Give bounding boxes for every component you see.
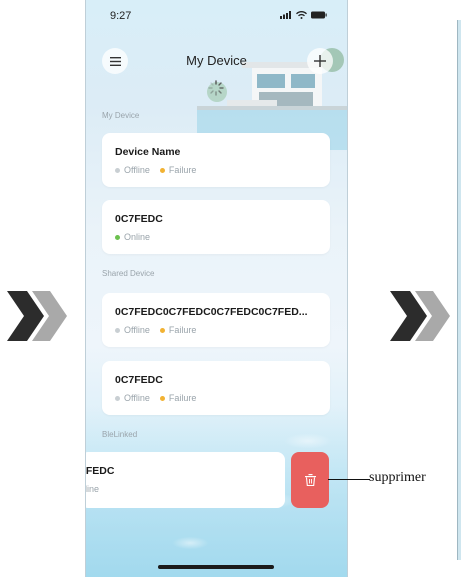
wifi-icon xyxy=(296,11,307,19)
delete-button[interactable] xyxy=(291,452,329,508)
offline-dot-icon xyxy=(115,167,120,173)
device-status: Offline Failure xyxy=(115,325,196,335)
loading-spinner-icon xyxy=(208,80,224,96)
device-status: Online xyxy=(115,232,150,242)
offline-dot-icon xyxy=(115,395,120,401)
status-offline: Offline xyxy=(124,165,150,175)
status-failure: Failure xyxy=(168,325,197,335)
failure-dot-icon xyxy=(159,327,165,333)
chevron-right-arrow-icon xyxy=(385,281,455,351)
home-indicator xyxy=(158,565,274,569)
status-icons xyxy=(280,11,327,19)
status-time: 9:27 xyxy=(110,10,132,22)
plus-icon xyxy=(314,55,326,67)
device-name: 7FEDC xyxy=(85,465,115,477)
status-offline: Offline xyxy=(124,393,150,403)
status-bar: 9:27 xyxy=(86,0,347,34)
signal-icon xyxy=(280,11,291,19)
phone-screen: 9:27 My Device My Device Device Name Off… xyxy=(85,0,348,577)
online-dot-icon xyxy=(115,234,120,240)
device-status: nline xyxy=(85,484,100,494)
section-label-my-device: My Device xyxy=(102,111,140,120)
device-card[interactable]: 0C7FEDC Offline Failure xyxy=(102,361,330,415)
device-status: Offline Failure xyxy=(115,165,196,175)
battery-icon xyxy=(311,11,327,19)
device-card[interactable]: Device Name Offline Failure xyxy=(102,133,330,187)
device-card-swiped[interactable]: 7FEDC nline xyxy=(85,452,285,508)
failure-dot-icon xyxy=(159,395,165,401)
device-name: 0C7FEDC0C7FEDC0C7FEDC0C7FED... xyxy=(115,306,308,318)
status-online: nline xyxy=(85,484,100,494)
status-failure: Failure xyxy=(168,393,197,403)
status-online: Online xyxy=(124,232,151,242)
device-card[interactable]: 0C7FEDC0C7FEDC0C7FEDC0C7FED... Offline F… xyxy=(102,293,330,347)
status-failure: Failure xyxy=(168,165,197,175)
chevron-right-arrow-icon xyxy=(2,281,72,351)
failure-dot-icon xyxy=(159,167,165,173)
callout-line xyxy=(328,479,370,480)
next-screen-edge xyxy=(457,20,461,560)
section-label-ble-linked: BleLinked xyxy=(102,430,138,439)
device-name: 0C7FEDC xyxy=(115,213,163,225)
device-status: Offline Failure xyxy=(115,393,196,403)
callout-label: supprimer xyxy=(369,470,426,485)
device-name: 0C7FEDC xyxy=(115,374,163,386)
section-label-shared-device: Shared Device xyxy=(102,269,155,278)
status-offline: Offline xyxy=(124,325,150,335)
device-name: Device Name xyxy=(115,146,181,158)
offline-dot-icon xyxy=(115,327,120,333)
trash-icon xyxy=(304,474,316,486)
device-card[interactable]: 0C7FEDC Online xyxy=(102,200,330,254)
add-device-button[interactable] xyxy=(307,48,333,74)
